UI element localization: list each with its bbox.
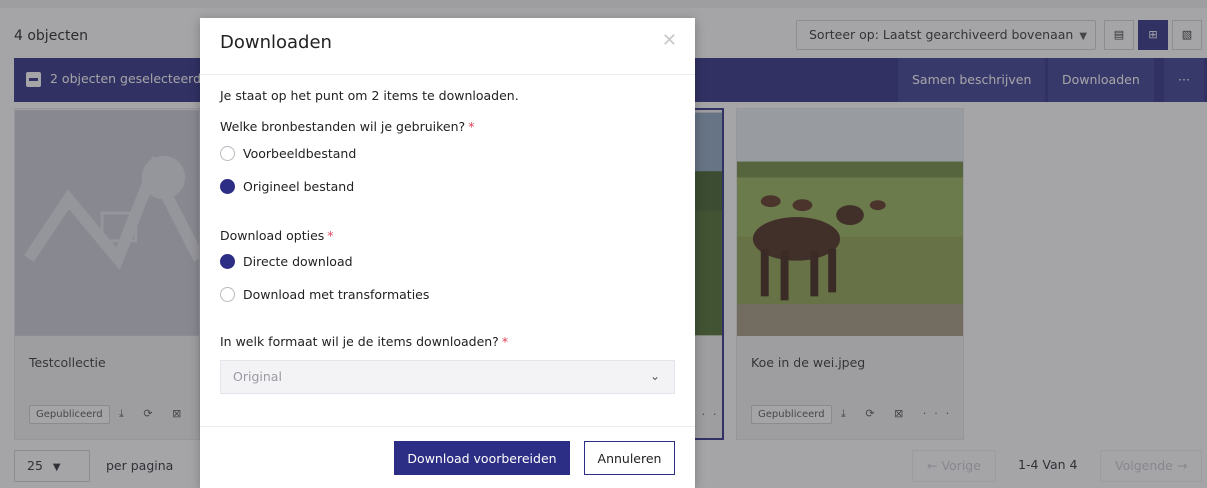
prepare-download-button[interactable]: Download voorbereiden — [394, 441, 570, 475]
source-question: Welke bronbestanden wil je gebruiken? * — [220, 119, 474, 134]
download-dialog: Downloaden ✕ Je staat op het punt om 2 i… — [200, 18, 695, 488]
divider — [200, 74, 695, 75]
radio-original-file[interactable]: Origineel bestand — [220, 179, 354, 194]
required-mark: * — [501, 334, 509, 349]
radio-label: Origineel bestand — [243, 179, 355, 194]
cancel-button[interactable]: Annuleren — [584, 441, 675, 475]
format-question-text: In welk formaat wil je de items download… — [220, 334, 499, 349]
radio-download-transformations[interactable]: Download met transformaties — [220, 287, 429, 302]
required-mark: * — [327, 228, 334, 243]
radio-label: Voorbeeldbestand — [243, 146, 357, 161]
format-select-value: Original — [233, 369, 282, 384]
radio-label: Download met transformaties — [243, 287, 430, 302]
format-question: In welk formaat wil je de items download… — [220, 334, 508, 349]
chevron-down-icon: ⌄ — [649, 369, 660, 383]
format-select[interactable]: Original ⌄ — [220, 360, 675, 394]
source-question-text: Welke bronbestanden wil je gebruiken? — [220, 119, 466, 134]
dialog-intro: Je staat op het punt om 2 items te downl… — [220, 88, 519, 103]
dialog-title: Downloaden — [220, 32, 332, 53]
download-options-text: Download opties — [220, 228, 325, 243]
radio-button[interactable] — [220, 287, 235, 302]
dialog-footer: Download voorbereiden Annuleren — [200, 426, 695, 488]
required-mark: * — [468, 119, 475, 134]
radio-button[interactable] — [220, 146, 235, 161]
radio-label: Directe download — [243, 254, 353, 269]
download-options-question: Download opties * — [220, 228, 334, 243]
radio-direct-download[interactable]: Directe download — [220, 254, 353, 269]
radio-preview-file[interactable]: Voorbeeldbestand — [220, 146, 356, 161]
radio-button[interactable] — [220, 254, 235, 269]
close-icon[interactable]: ✕ — [662, 30, 677, 51]
radio-button[interactable] — [220, 179, 235, 194]
